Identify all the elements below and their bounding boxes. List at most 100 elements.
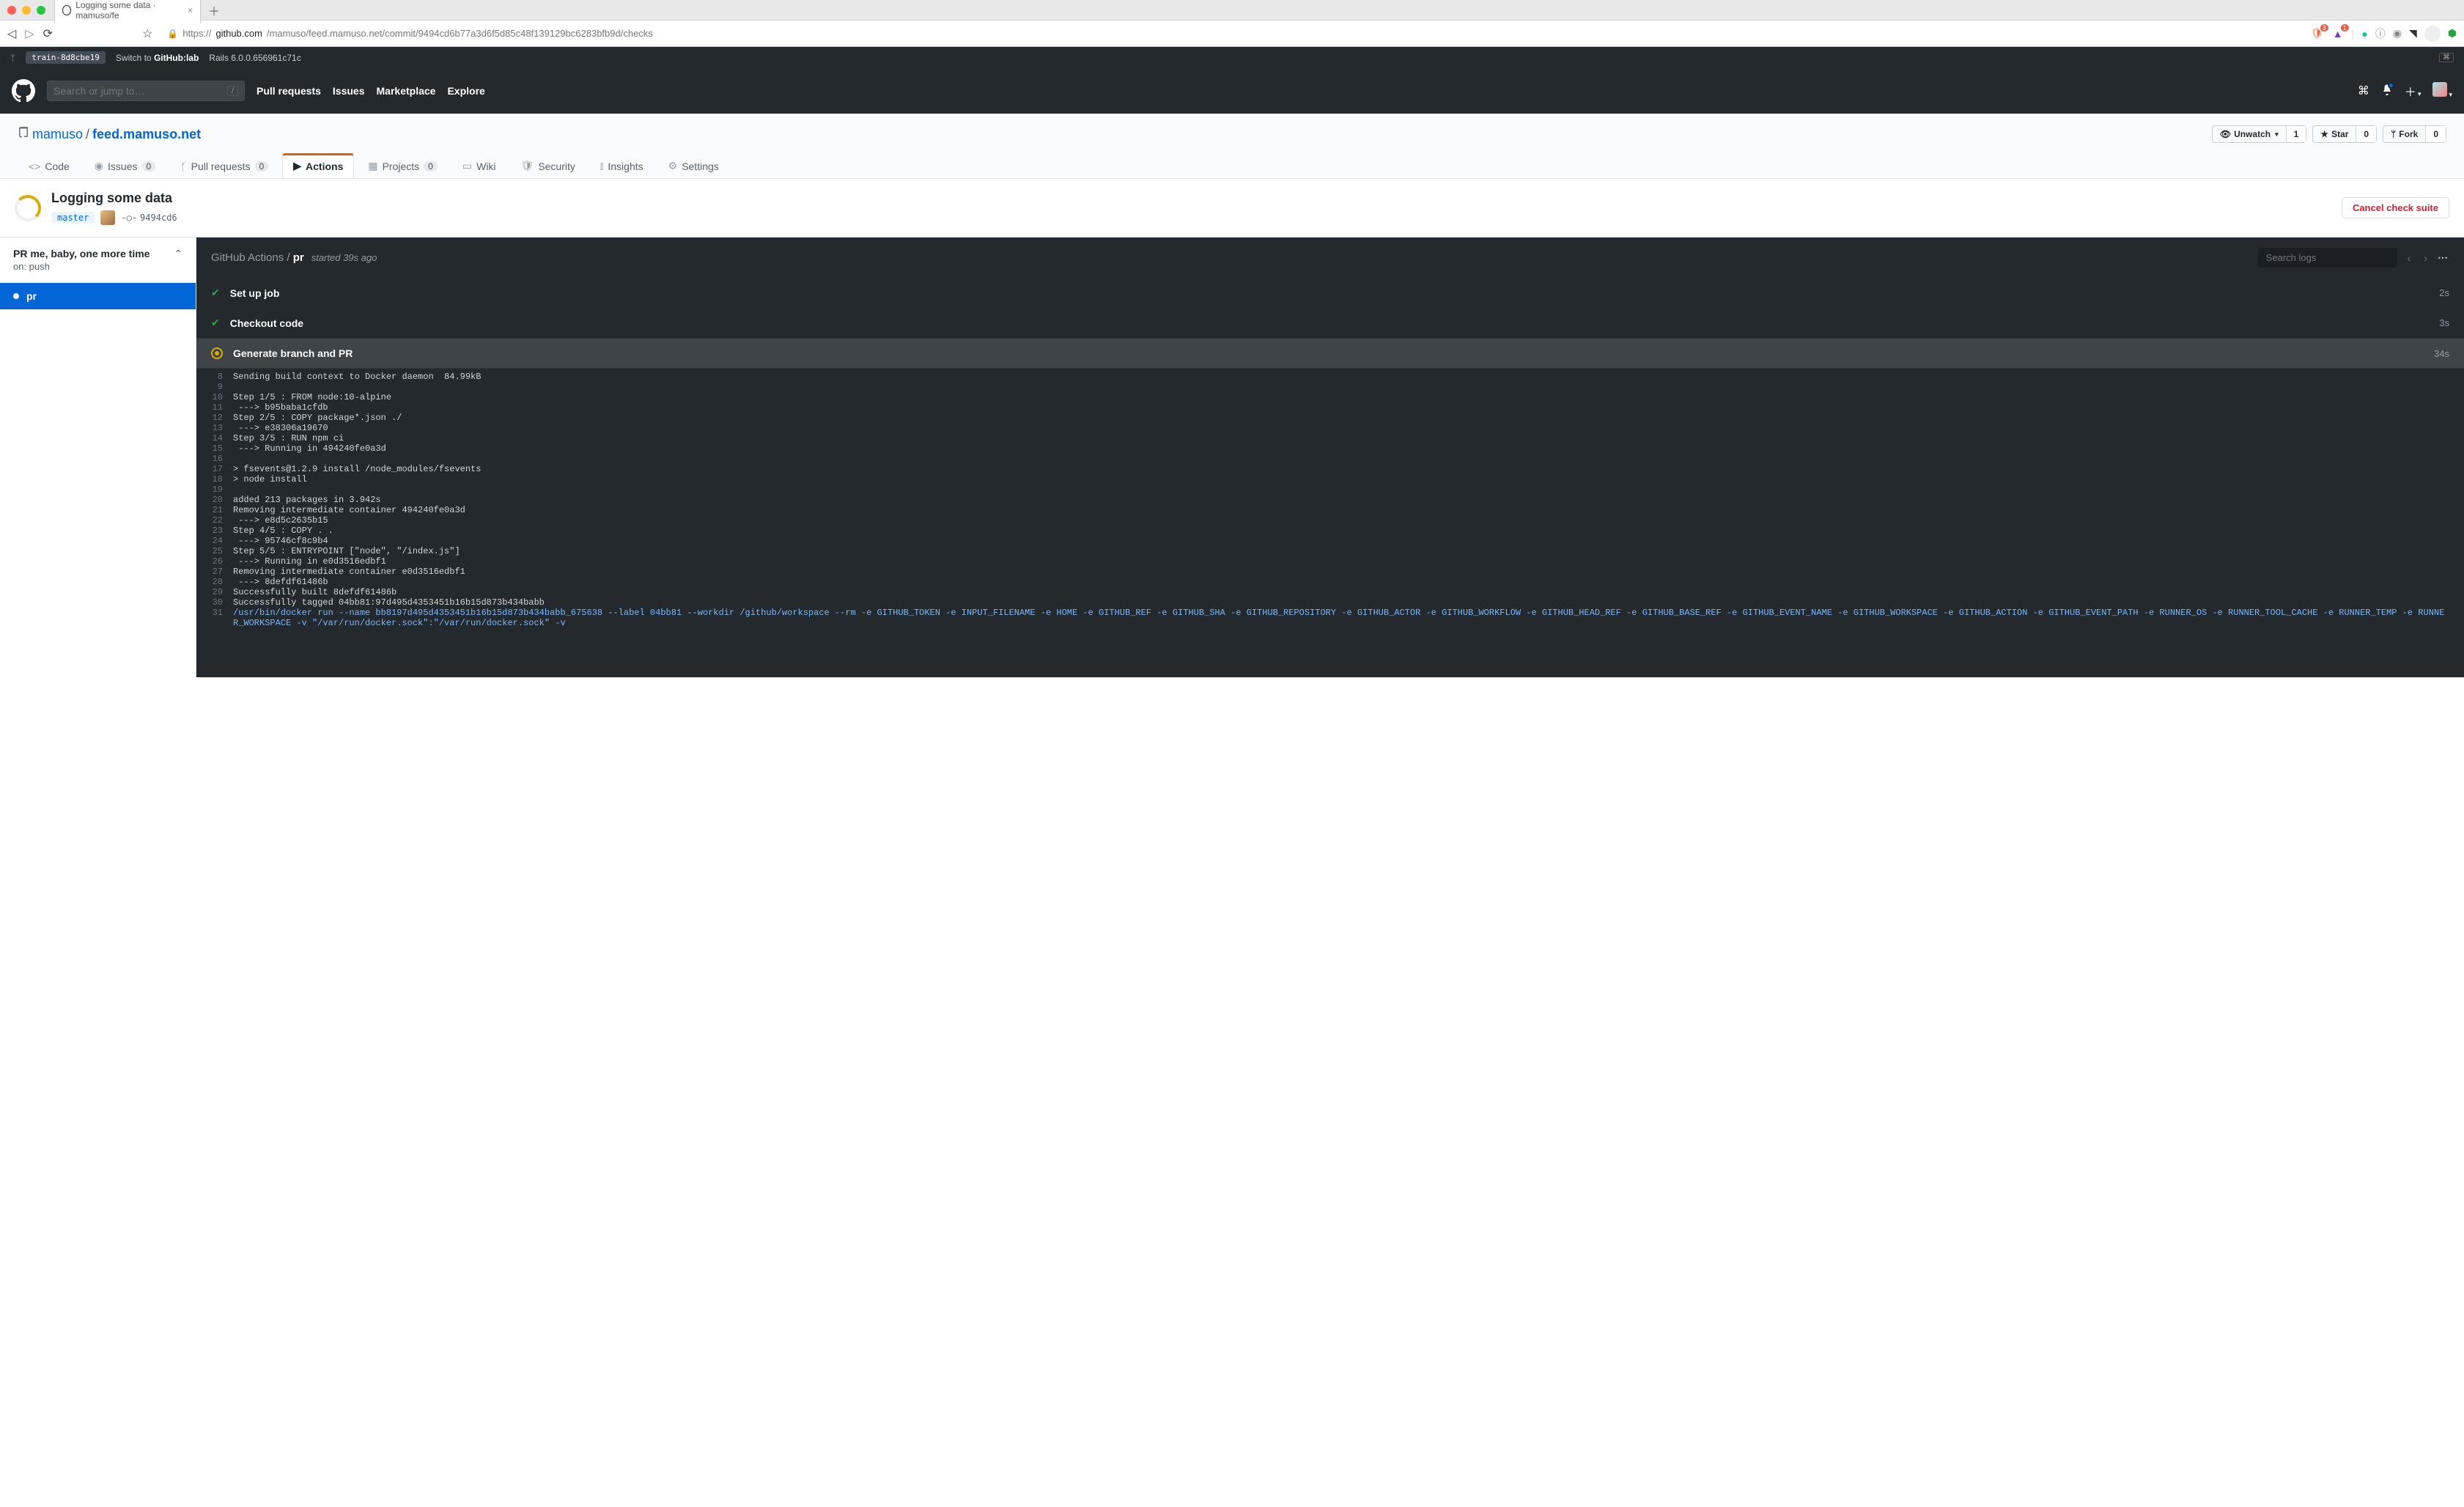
log-line: 26 ---> Running in e0d3516edbf1 <box>196 556 2464 567</box>
graph-icon: ⫾ <box>600 160 603 172</box>
pointer-extension-icon[interactable]: ◥ <box>2409 27 2417 40</box>
branch-label[interactable]: master <box>51 212 95 224</box>
switch-env-link[interactable]: Switch to GitHub:lab <box>116 53 199 63</box>
nav-explore[interactable]: Explore <box>447 85 484 97</box>
log-line: 24 ---> 95746cf8c9b4 <box>196 536 2464 546</box>
close-window-icon[interactable] <box>7 6 16 15</box>
tab-actions[interactable]: ▶Actions <box>282 153 354 178</box>
step-setup-job[interactable]: ✔ Set up job 2s <box>196 278 2464 308</box>
tab-settings[interactable]: ⚙Settings <box>657 153 730 178</box>
log-line: 11 ---> b95baba1cfdb <box>196 402 2464 413</box>
bookmark-icon[interactable]: ☆ <box>142 26 152 41</box>
staff-branch[interactable]: train-8d8cbe19 <box>26 51 106 64</box>
notifications-icon[interactable] <box>2381 84 2393 99</box>
minimize-window-icon[interactable] <box>22 6 31 15</box>
command-palette-icon[interactable]: ⌘ <box>2358 84 2369 98</box>
search-input[interactable] <box>54 85 227 97</box>
log-line: 9 <box>196 382 2464 392</box>
tab-issues[interactable]: ◉Issues0 <box>84 153 166 178</box>
tab-close-icon[interactable]: × <box>188 5 193 15</box>
log-line: 8Sending build context to Docker daemon … <box>196 372 2464 382</box>
log-line: 31/usr/bin/docker run --name bb8197d495d… <box>196 608 2464 628</box>
fork-button[interactable]: ᛘFork 0 <box>2383 125 2446 143</box>
log-line: 27Removing intermediate container e0d351… <box>196 567 2464 577</box>
checks-body: PR me, baby, one more time on: push ⌃ pr… <box>0 237 2464 677</box>
tab-pulls[interactable]: ᚶPull requests0 <box>169 153 279 178</box>
nav-pulls[interactable]: Pull requests <box>257 85 321 97</box>
step-checkout-code[interactable]: ✔ Checkout code 3s <box>196 308 2464 338</box>
window-chrome: Logging some data · mamuso/fe × ＋ <box>0 0 2464 21</box>
job-item-pr[interactable]: pr <box>0 283 196 309</box>
cancel-check-suite-button[interactable]: Cancel check suite <box>2342 197 2449 218</box>
fork-count[interactable]: 0 <box>2425 126 2446 142</box>
repo-icon <box>18 127 29 142</box>
project-icon: ▦ <box>368 160 377 172</box>
staff-bar-key[interactable]: ⌘ <box>2439 53 2454 62</box>
brave-rewards-icon[interactable]: ▲1 <box>2331 27 2345 40</box>
progress-ring-icon <box>15 195 41 221</box>
star-button[interactable]: ★Star 0 <box>2312 125 2377 143</box>
unwatch-button[interactable]: 👁Unwatch▾ 1 <box>2212 125 2306 143</box>
nav-marketplace[interactable]: Marketplace <box>377 85 436 97</box>
watch-count[interactable]: 1 <box>2286 126 2306 142</box>
tab-code[interactable]: <>Code <box>18 153 81 178</box>
url-host: github.com <box>215 28 262 39</box>
info-extension-icon[interactable]: ⓘ <box>2375 26 2386 41</box>
star-count[interactable]: 0 <box>2356 126 2376 142</box>
repo-header: mamuso / feed.mamuso.net 👁Unwatch▾ 1 ★St… <box>0 114 2464 179</box>
log-line: 22 ---> e8d5c2635b15 <box>196 515 2464 526</box>
url-path: /mamuso/feed.mamuso.net/commit/9494cd6b7… <box>267 28 653 39</box>
nav-issues[interactable]: Issues <box>333 85 365 97</box>
zoom-window-icon[interactable] <box>37 6 45 15</box>
url-bar[interactable]: 🔒 https://github.com/mamuso/feed.mamuso.… <box>161 25 2301 42</box>
log-line: 18> node install <box>196 474 2464 484</box>
repo-owner-link[interactable]: mamuso <box>32 127 83 142</box>
tab-insights[interactable]: ⫾Insights <box>589 153 654 178</box>
global-search[interactable]: / <box>47 81 245 101</box>
new-tab-button[interactable]: ＋ <box>208 1 220 19</box>
log-line: 28 ---> 8defdf61486b <box>196 577 2464 587</box>
workflow-header[interactable]: PR me, baby, one more time on: push ⌃ <box>0 237 196 283</box>
log-line: 19 <box>196 484 2464 495</box>
browser-tab[interactable]: Logging some data · mamuso/fe × <box>54 0 201 23</box>
log-line: 16 <box>196 454 2464 464</box>
rails-version: Rails 6.0.0.656961c71c <box>209 53 300 63</box>
step-generate-branch-pr[interactable]: Generate branch and PR 34s <box>196 338 2464 369</box>
prev-result-icon[interactable]: ‹ <box>2405 249 2414 267</box>
grammarly-icon[interactable]: ● <box>2361 28 2367 40</box>
committer-avatar-icon[interactable] <box>100 210 115 225</box>
next-result-icon[interactable]: › <box>2421 249 2430 267</box>
workflow-trigger: on: push <box>13 261 150 272</box>
reload-button[interactable]: ⟳ <box>43 26 53 41</box>
github-logo-icon[interactable] <box>12 79 35 103</box>
tab-security[interactable]: 🛡Security <box>510 153 586 178</box>
tab-projects[interactable]: ▦Projects0 <box>357 153 449 178</box>
log-output[interactable]: 8Sending build context to Docker daemon … <box>196 369 2464 643</box>
repo-name-link[interactable]: feed.mamuso.net <box>92 127 201 142</box>
profile-icon[interactable] <box>2424 26 2441 42</box>
notification-dot-icon <box>2388 82 2394 89</box>
tab-wiki[interactable]: ▭Wiki <box>451 153 507 178</box>
github-favicon-icon <box>62 5 71 15</box>
check-icon: ✔ <box>211 317 220 329</box>
back-button[interactable]: ◁ <box>7 26 16 41</box>
chevron-up-icon[interactable]: ⌃ <box>174 248 182 260</box>
lock-icon: 🔒 <box>167 29 178 39</box>
search-logs-input[interactable] <box>2258 248 2397 268</box>
log-pane: GitHub Actions / pr started 39s ago ‹ › … <box>196 237 2464 677</box>
log-line: 13 ---> e38306a19670 <box>196 423 2464 433</box>
camera-extension-icon[interactable]: ◉ <box>2393 27 2402 40</box>
user-menu[interactable]: ▾ <box>2432 82 2452 100</box>
log-line: 10Step 1/5 : FROM node:10-alpine <box>196 392 2464 402</box>
create-new-menu[interactable]: ＋▾ <box>2405 82 2421 100</box>
book-icon: ▭ <box>462 160 472 172</box>
brave-shields-icon[interactable]: 🛡3 <box>2311 27 2324 40</box>
commit-sha[interactable]: -○-9494cd6 <box>121 213 177 223</box>
octotree-icon[interactable]: ⬢ <box>2448 27 2457 40</box>
checks-header: Logging some data master -○-9494cd6 Canc… <box>0 179 2464 237</box>
log-menu-icon[interactable]: ⋯ <box>2438 251 2449 264</box>
log-line: 17> fsevents@1.2.9 install /node_modules… <box>196 464 2464 474</box>
path-separator: / <box>86 127 89 142</box>
browser-toolbar: ◁ ▷ ⟳ ☆ 🔒 https://github.com/mamuso/feed… <box>0 21 2464 47</box>
staff-bar: ᛘ train-8d8cbe19 Switch to GitHub:lab Ra… <box>0 47 2464 68</box>
